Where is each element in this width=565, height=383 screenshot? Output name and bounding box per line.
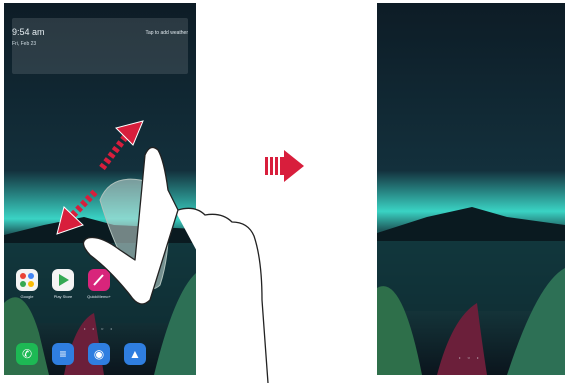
spread-arrow-up-icon	[99, 120, 144, 171]
gesture-overlay	[56, 120, 304, 383]
transition-arrow-icon	[265, 150, 304, 182]
spread-arrow-down-icon	[56, 189, 98, 235]
pinch-hand-icon	[82, 146, 269, 383]
